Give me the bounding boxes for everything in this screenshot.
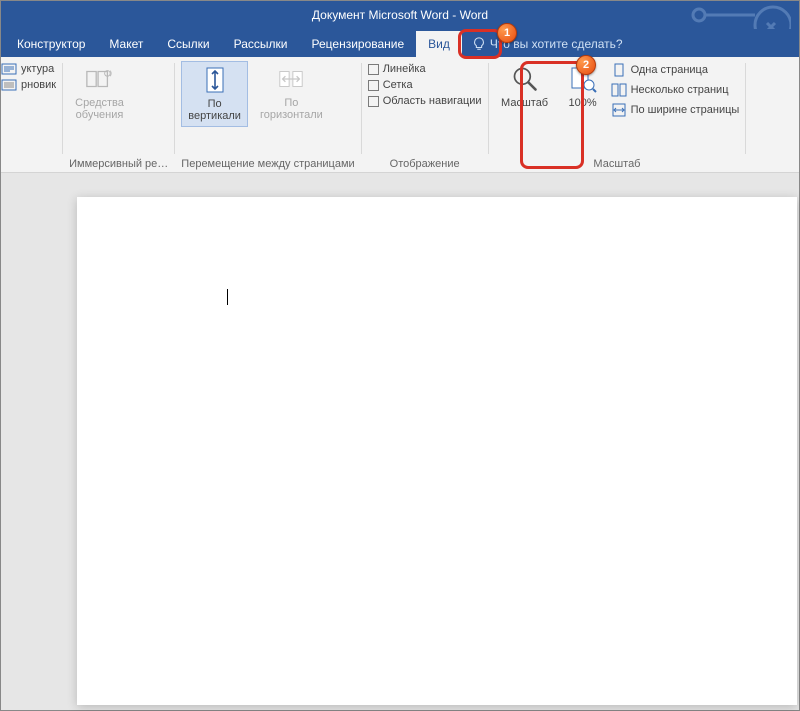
group-show-label: Отображение: [368, 156, 482, 170]
ribbon: уктура рновик Средства обучения: [1, 57, 799, 173]
title-bar: Документ Microsoft Word - Word: [1, 1, 799, 29]
checkbox-icon: [368, 80, 379, 91]
btn-side-to-side[interactable]: По горизонтали: [254, 61, 329, 125]
group-page-movement: По вертикали По горизонтали Перемещение …: [175, 57, 360, 172]
one-page-icon: [611, 63, 627, 77]
btn-zoom[interactable]: Масштаб: [495, 61, 555, 113]
draft-icon: [1, 79, 17, 91]
lightbulb-icon: [472, 37, 486, 51]
group-immersive: Средства обучения Иммерсивный ре…: [63, 57, 174, 172]
checkbox-icon: [368, 64, 379, 75]
btn-one-page[interactable]: Одна страница: [611, 63, 740, 77]
group-zoom-label: Масштаб: [495, 156, 740, 170]
group-views: уктура рновик: [1, 57, 62, 172]
callout-badge-1: 1: [497, 23, 517, 43]
group-zoom: Масштаб 100% Одна страница Несколько: [489, 57, 746, 172]
document-page[interactable]: [77, 197, 797, 705]
tab-layout[interactable]: Макет: [97, 31, 155, 57]
text-cursor: [227, 289, 228, 305]
group-immersive-label: Иммерсивный ре…: [69, 156, 168, 170]
outline-icon: [1, 63, 17, 75]
page-width-icon: [611, 103, 627, 117]
callout-badge-2: 2: [576, 55, 596, 75]
watermark-decoration: [681, 1, 791, 29]
btn-vertical-scroll[interactable]: По вертикали: [181, 61, 248, 127]
group-views-label: [1, 156, 56, 170]
tab-mailings[interactable]: Рассылки: [222, 31, 300, 57]
checkbox-icon: [368, 96, 379, 107]
magnifier-icon: [511, 65, 539, 93]
tab-constructor[interactable]: Конструктор: [5, 31, 97, 57]
vertical-page-icon: [201, 66, 229, 94]
chk-gridlines[interactable]: Сетка: [368, 79, 482, 91]
btn-page-width[interactable]: По ширине страницы: [611, 103, 740, 117]
btn-learning-tools[interactable]: Средства обучения: [69, 61, 130, 125]
book-audio-icon: [85, 65, 113, 93]
horizontal-page-icon: [277, 65, 305, 93]
separator: [745, 63, 746, 154]
multi-page-icon: [611, 83, 627, 97]
btn-draft-view[interactable]: рновик: [1, 79, 56, 91]
tab-review[interactable]: Рецензирование: [300, 31, 417, 57]
tab-references[interactable]: Ссылки: [155, 31, 221, 57]
document-workarea: [1, 173, 799, 710]
chk-navigation-pane[interactable]: Область навигации: [368, 95, 482, 107]
app-window: { "title": "Документ Microsoft Word - Wo…: [0, 0, 800, 711]
chk-ruler[interactable]: Линейка: [368, 63, 482, 75]
group-show: Линейка Сетка Область навигации Отображе…: [362, 57, 488, 172]
btn-multiple-pages[interactable]: Несколько страниц: [611, 83, 740, 97]
window-title: Документ Microsoft Word - Word: [312, 8, 488, 22]
tell-me-search[interactable]: Что вы хотите сделать?: [462, 31, 633, 57]
btn-outline-view[interactable]: уктура: [1, 63, 56, 75]
ribbon-tabs: Конструктор Макет Ссылки Рассылки Реценз…: [1, 29, 799, 57]
group-page-movement-label: Перемещение между страницами: [181, 156, 354, 170]
tab-view[interactable]: Вид: [416, 31, 462, 57]
